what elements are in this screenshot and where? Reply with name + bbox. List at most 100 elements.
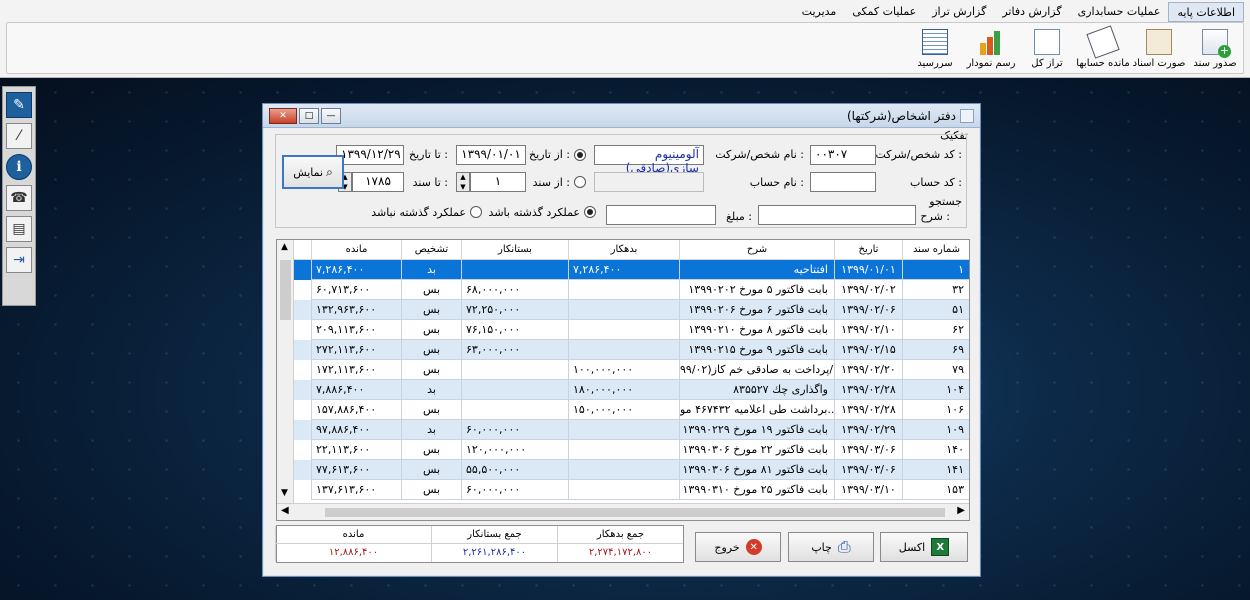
vertical-scroll-thumb[interactable] [280,260,291,320]
printer-icon: ⎙ [837,537,851,556]
desc-field[interactable] [758,205,916,225]
window-icon [960,108,974,123]
ribbon-button-1[interactable]: صورت اسناد [1131,23,1187,73]
desc-label: شرح : [920,210,950,223]
scroll-down-icon[interactable]: ▼ [281,488,288,498]
cell-date: ۱۳۹۹/۰۲/۰۲ [834,280,902,300]
ledger-grid[interactable]: ▲ ▼ شماره سند تاریخ شرح بدهکار بستانکار تشخیص… [276,239,970,521]
cell-date: ۱۳۹۹/۰۲/۲۰ [834,360,902,380]
vertical-scrollbar[interactable]: ▲ ▼ [277,240,294,503]
to-doc-field[interactable]: ۱۷۸۵ [352,172,404,192]
from-date-field[interactable]: ۱۳۹۹/۰۱/۰۱ [456,145,526,165]
cell-description: بابت فاکتور ۵ مورخ ۱۳۹۹۰۲۰۲ [679,280,834,300]
table-row[interactable]: ۱۴۰ ۱۳۹۹/۰۳/۰۶ بابت فاکتور ۲۲ مورخ ۱۳۹۹۰۳۰… [294,440,969,460]
with-history-radio[interactable] [584,206,596,218]
menu-item-4[interactable]: عملیات کمکی [844,2,924,22]
account-code-label: کد حساب : [909,176,962,189]
amount-field[interactable] [606,205,716,225]
cell-diagnosis: بس [401,400,461,420]
brush-icon[interactable]: ✎ [6,92,32,118]
exit-button[interactable]: خروج ✕ [695,532,781,562]
without-history-radio[interactable] [470,206,482,218]
table-row[interactable]: ۶۲ ۱۳۹۹/۰۲/۱۰ بابت فاکتور ۸ مورخ ۱۳۹۹۰۲۱۰ ۷… [294,320,969,340]
cell-doc-number: ۱۴۰ [902,440,969,460]
cell-diagnosis: بس [401,440,461,460]
menu-item-2[interactable]: گزارش دفاتر [994,2,1069,22]
person-code-field[interactable]: ۰۰۳۰۷ [810,145,876,165]
column-header-doc-number[interactable]: شماره سند [902,240,969,259]
from-doc-spinner[interactable]: ▲ ▼ [456,172,470,192]
cell-date: ۱۳۹۹/۰۱/۰۱ [834,260,902,280]
table-row[interactable]: ۱ ۱۳۹۹/۰۱/۰۱ افتتاحیه ۷,۲۸۶,۴۰۰ بد ۷,۲۸۶,۴۰۰ [294,260,969,280]
notebook-icon[interactable]: ▤ [6,216,32,242]
cell-doc-number: ۱۰۶ [902,400,969,420]
add-document-icon: + [1202,29,1231,58]
table-row[interactable]: ۳۲ ۱۳۹۹/۰۲/۰۲ بابت فاکتور ۵ مورخ ۱۳۹۹۰۲۰۲ ۶… [294,280,969,300]
column-header-credit[interactable]: بستانکار [461,240,568,259]
table-row[interactable]: ۱۰۹ ۱۳۹۹/۰۲/۲۹ بابت فاکتور ۱۹ مورخ ۱۳۹۹۰۲۲… [294,420,969,440]
exit-arrow-icon[interactable]: ⇥ [6,247,32,273]
cell-description: بابت فاکتور ۶ مورخ ۱۳۹۹۰۲۰۶ [679,300,834,320]
close-button[interactable]: ✕ [269,107,297,124]
column-header-debit[interactable]: بدهکار [568,240,679,259]
from-doc-field[interactable]: ۱ [470,172,526,192]
cell-debit: ۱۵۰,۰۰۰,۰۰۰ [568,400,679,420]
ribbon-button-5[interactable]: سررسید [907,23,963,73]
scroll-left-icon[interactable]: ◀ [281,505,289,516]
excel-button[interactable]: اکسل X [880,532,968,562]
cell-credit: ۶۸,۰۰۰,۰۰۰ [461,280,568,300]
ribbon-button-label: صدور سند [1193,58,1237,69]
cell-description: پرداخت به صادقی خم کاز(۹۹/۰۲/... [679,360,834,380]
debit-total-value: ۲,۲۷۴,۱۷۲,۸۰۰ [557,544,683,562]
cell-diagnosis: بد [401,420,461,440]
scroll-up-icon[interactable]: ▲ [281,242,288,252]
column-header-diagnosis[interactable]: تشخیص [401,240,461,259]
to-date-field[interactable]: ۱۳۹۹/۱۲/۲۹ [336,145,404,165]
horizontal-scrollbar[interactable]: ◀ ▶ [277,503,969,520]
person-name-field[interactable]: آلومینیوم سازی(صادقی) [594,145,704,175]
column-header-description[interactable]: شرح [679,240,834,259]
scroll-right-icon[interactable]: ▶ [957,505,965,516]
cell-description: بابت فاکتور ۱۹ مورخ ۱۳۹۹۰۲۲۹ [679,420,834,440]
info-icon[interactable]: i [6,154,32,180]
ribbon-button-4[interactable]: رسم نمودار [963,23,1019,73]
cell-debit [568,300,679,320]
table-row[interactable]: ۱۰۶ ۱۳۹۹/۰۲/۲۸ برداشت طی اعلامیه ۴۶۷۴۳۲ مو… [294,400,969,420]
column-header-date[interactable]: تاریخ [834,240,902,259]
table-row[interactable]: ۱۴۱ ۱۳۹۹/۰۳/۰۶ بابت فاکتور ۸۱ مورخ ۱۳۹۹۰۳۰… [294,460,969,480]
horizontal-scroll-thumb[interactable] [325,508,945,517]
cell-credit [461,380,568,400]
from-doc-radio[interactable] [574,176,586,188]
table-row[interactable]: ۷۹ ۱۳۹۹/۰۲/۲۰ پرداخت به صادقی خم کاز(۹۹/۰۲… [294,360,969,380]
from-date-radio[interactable] [574,149,586,161]
magnifier-icon: ⌕ [326,164,333,179]
cell-balance: ۶۰,۷۱۳,۶۰۰ [311,280,401,300]
table-row[interactable]: ۶۹ ۱۳۹۹/۰۲/۱۵ بابت فاکتور ۹ مورخ ۱۳۹۹۰۲۱۵ ۶… [294,340,969,360]
menu-item-0[interactable]: اطلاعات پایه [1168,2,1244,22]
table-row[interactable]: ۱۰۴ ۱۳۹۹/۰۲/۲۸ واگذاری چك ۸۳۵۵۲۷ ۱۸۰,۰۰۰,۰۰… [294,380,969,400]
cell-diagnosis: بس [401,340,461,360]
cell-doc-number: ۱۴۱ [902,460,969,480]
with-history-label: عملکرد گذشته باشد [488,206,580,219]
ribbon-button-3[interactable]: تراز کل [1019,23,1075,73]
from-date-label: از تاریخ : [529,148,570,161]
minimize-button[interactable]: — [321,107,341,124]
totals-panel: جمع بدهکار جمع بستانکار مانده ۲,۲۷۴,۱۷۲,… [275,525,684,563]
menu-item-1[interactable]: عملیات حسابداری [1070,2,1169,22]
ribbon-button-label: رسم نمودار [966,58,1016,69]
print-button[interactable]: چاپ ⎙ [788,532,874,562]
table-row[interactable]: ۱۵۳ ۱۳۹۹/۰۳/۱۰ بابت فاکتور ۲۵ مورخ ۱۳۹۹۰۳۱… [294,480,969,500]
ribbon-button-0[interactable]: + صدور سند [1187,23,1243,73]
menu-item-3[interactable]: گزارش تراز [924,2,994,22]
cell-diagnosis: بد [401,260,461,280]
column-header-balance[interactable]: مانده [311,240,401,259]
menu-item-5[interactable]: مدیریت [794,2,845,22]
cell-doc-number: ۵۱ [902,300,969,320]
phone-icon[interactable]: ☎ [6,185,32,211]
wand-icon[interactable]: ⁄ [6,123,32,149]
maximize-button[interactable]: □ [299,107,319,124]
show-button[interactable]: نمایش ⌕ [282,155,344,189]
table-row[interactable]: ۵۱ ۱۳۹۹/۰۲/۰۶ بابت فاکتور ۶ مورخ ۱۳۹۹۰۲۰۶ ۷… [294,300,969,320]
account-code-field[interactable] [810,172,876,192]
ribbon-button-2[interactable]: مانده حسابها [1075,23,1131,73]
